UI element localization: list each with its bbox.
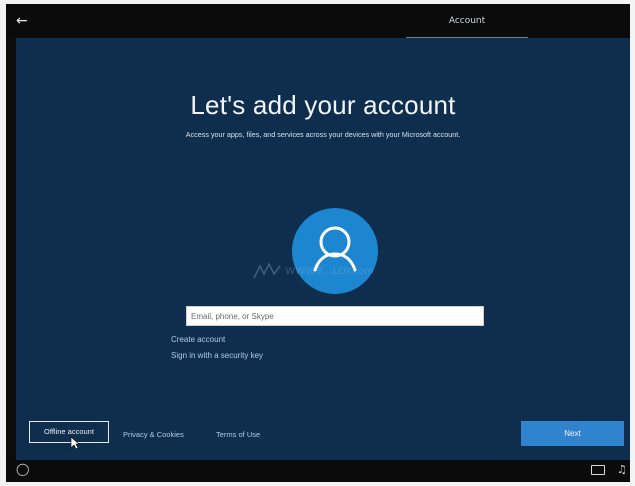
page-subtitle: Access your apps, files, and services ac… bbox=[185, 130, 461, 139]
oobe-window: ← Account Let's add your account Access … bbox=[6, 4, 630, 482]
terms-of-use-link[interactable]: Terms of Use bbox=[216, 430, 260, 439]
privacy-cookies-link[interactable]: Privacy & Cookies bbox=[123, 430, 184, 439]
tab-account: Account bbox=[448, 16, 486, 26]
top-bar: ← Account bbox=[6, 4, 630, 38]
next-button[interactable]: Next bbox=[521, 421, 624, 446]
watermark: WWW.E...LOY.com bbox=[252, 261, 374, 283]
offline-account-button[interactable]: Offline account bbox=[29, 421, 109, 443]
security-key-link[interactable]: Sign in with a security key bbox=[171, 351, 263, 360]
back-arrow-icon[interactable]: ← bbox=[16, 13, 32, 29]
ease-of-access-icon[interactable]: ◯ bbox=[16, 463, 29, 475]
taskbar: ◯ ♫ bbox=[6, 460, 630, 482]
watermark-logo-icon bbox=[252, 262, 282, 280]
main-panel: Let's add your account Access your apps,… bbox=[16, 38, 630, 460]
watermark-text: WWW.E...LOY.com bbox=[285, 266, 374, 277]
page-title: Let's add your account bbox=[190, 90, 456, 120]
keyboard-icon[interactable] bbox=[591, 465, 605, 475]
create-account-link[interactable]: Create account bbox=[171, 335, 225, 344]
mouse-cursor-icon bbox=[70, 435, 80, 450]
volume-icon[interactable]: ♫ bbox=[617, 463, 627, 477]
email-field[interactable] bbox=[186, 306, 484, 326]
